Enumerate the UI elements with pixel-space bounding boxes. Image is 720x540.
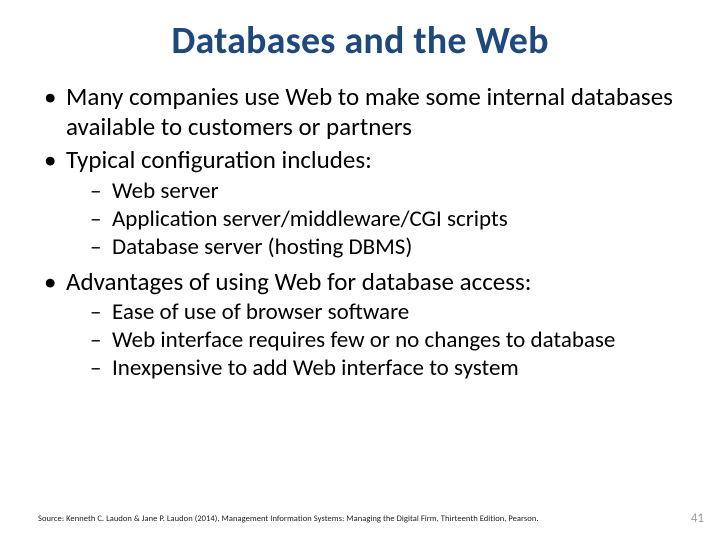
bullet-item: Advantages of using Web for database acc… — [38, 267, 682, 383]
bullet-text: Typical configuration includes: — [66, 144, 372, 175]
sub-bullet-text: Inexpensive to add Web interface to syst… — [112, 354, 519, 382]
sub-bullet-text: Web server — [112, 177, 219, 205]
bullet-text: Advantages of using Web for database acc… — [66, 266, 531, 297]
sub-bullet-list: Ease of use of browser software Web inte… — [66, 298, 682, 382]
sub-bullet-text: Web interface requires few or no changes… — [112, 326, 615, 354]
bullet-text: Many companies use Web to make some inte… — [66, 81, 673, 142]
page-number: 41 — [691, 511, 704, 526]
sub-bullet-item: Ease of use of browser software — [66, 298, 682, 326]
sub-bullet-list: Web server Application server/middleware… — [66, 177, 682, 261]
sub-bullet-text: Database server (hosting DBMS) — [112, 233, 412, 261]
bullet-list: Many companies use Web to make some inte… — [38, 82, 682, 382]
sub-bullet-item: Database server (hosting DBMS) — [66, 233, 682, 261]
sub-bullet-item: Inexpensive to add Web interface to syst… — [66, 354, 682, 382]
bullet-item: Typical configuration includes: Web serv… — [38, 145, 682, 261]
sub-bullet-item: Web interface requires few or no changes… — [66, 326, 682, 354]
sub-bullet-item: Web server — [66, 177, 682, 205]
bullet-item: Many companies use Web to make some inte… — [38, 82, 682, 141]
sub-bullet-text: Ease of use of browser software — [112, 298, 409, 326]
sub-bullet-text: Application server/middleware/CGI script… — [112, 205, 508, 233]
slide: Databases and the Web Many companies use… — [0, 0, 720, 540]
sub-bullet-item: Application server/middleware/CGI script… — [66, 205, 682, 233]
slide-title: Databases and the Web — [38, 18, 682, 64]
source-citation: Source: Kenneth C. Laudon & Jane P. Laud… — [38, 514, 539, 524]
